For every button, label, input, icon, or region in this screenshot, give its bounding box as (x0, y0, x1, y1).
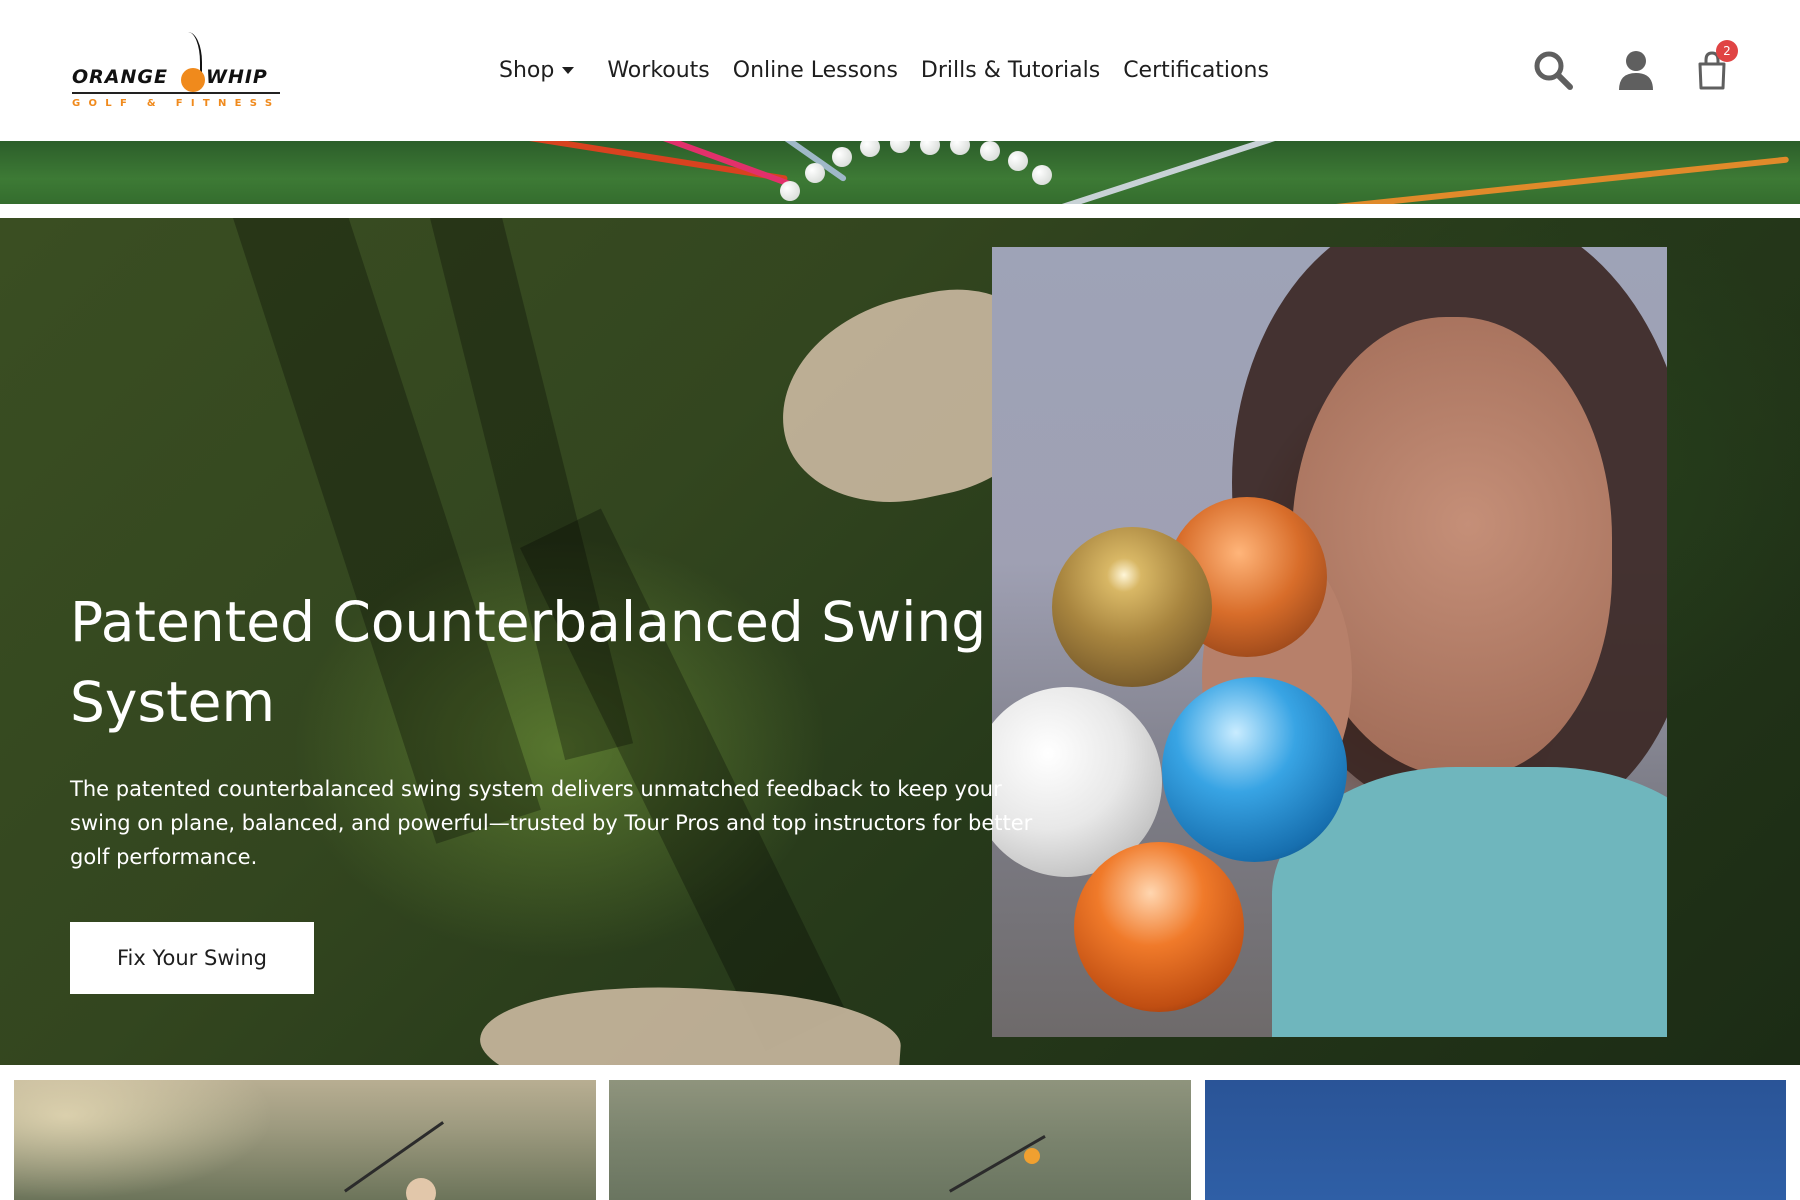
blue-ball (1162, 677, 1347, 862)
nav-item-workouts-label: Workouts (607, 57, 710, 83)
golf-ball (1032, 165, 1052, 185)
card-sunlight (14, 1080, 274, 1200)
golf-ball (860, 141, 880, 157)
nav-item-certifications-label: Certifications (1123, 57, 1269, 83)
feature-card-2[interactable] (609, 1080, 1191, 1200)
golf-ball (920, 141, 940, 155)
golf-ball (1008, 151, 1028, 171)
cart-count-badge: 2 (1716, 40, 1738, 62)
product-photo (992, 247, 1667, 1037)
gold-ball (1052, 527, 1212, 687)
product-banner-image (0, 141, 1800, 204)
sand-bunker (476, 973, 904, 1065)
hero-title: Patented Counterbalanced Swing System (70, 590, 987, 734)
golf-ball (950, 141, 970, 155)
nav-item-online-lessons[interactable]: Online Lessons (733, 58, 898, 83)
main-navigation: Shop Workouts Online Lessons Drills & Tu… (499, 52, 1292, 88)
golf-ball (805, 163, 825, 183)
chevron-down-icon (562, 66, 575, 74)
logo-underline (72, 92, 280, 94)
golf-ball (980, 141, 1000, 161)
hero-description: The patented counterbalanced swing syste… (70, 777, 1033, 869)
logo-tagline: GOLF & FITNESS (72, 98, 281, 109)
nav-item-drills-tutorials-label: Drills & Tutorials (920, 57, 1101, 83)
logo-word-left: ORANGE (72, 66, 168, 88)
logo-word-right: WHIP (206, 66, 268, 88)
alignment-stick (1320, 156, 1790, 204)
feature-card-1[interactable] (14, 1080, 596, 1200)
site-header: ORANGE WHIP GOLF & FITNESS Shop Workouts… (0, 0, 1800, 141)
user-icon[interactable] (1614, 48, 1658, 92)
nav-item-shop-label: Shop (499, 57, 555, 83)
golf-ball (780, 181, 800, 201)
nav-item-online-lessons-label: Online Lessons (732, 57, 898, 83)
nav-item-certifications[interactable]: Certifications (1123, 58, 1269, 83)
orange-whip-logo[interactable]: ORANGE WHIP GOLF & FITNESS (70, 30, 285, 115)
hero-section: Patented Counterbalanced Swing System Th… (0, 218, 1800, 1065)
orange-ball (1074, 842, 1244, 1012)
feature-card-3[interactable] (1205, 1080, 1786, 1200)
alignment-stick (1045, 141, 1295, 204)
golfer-figure (406, 1178, 436, 1200)
nav-item-workouts[interactable]: Workouts (607, 58, 709, 83)
golf-ball (890, 141, 910, 153)
fix-your-swing-button[interactable]: Fix Your Swing (70, 922, 314, 994)
golf-ball (832, 147, 852, 167)
orange-whip-head (1024, 1148, 1040, 1164)
nav-item-drills-tutorials[interactable]: Drills & Tutorials (921, 58, 1100, 83)
logo-ball-mark (181, 68, 205, 92)
search-icon[interactable] (1531, 48, 1575, 92)
nav-item-shop[interactable]: Shop (499, 58, 584, 83)
